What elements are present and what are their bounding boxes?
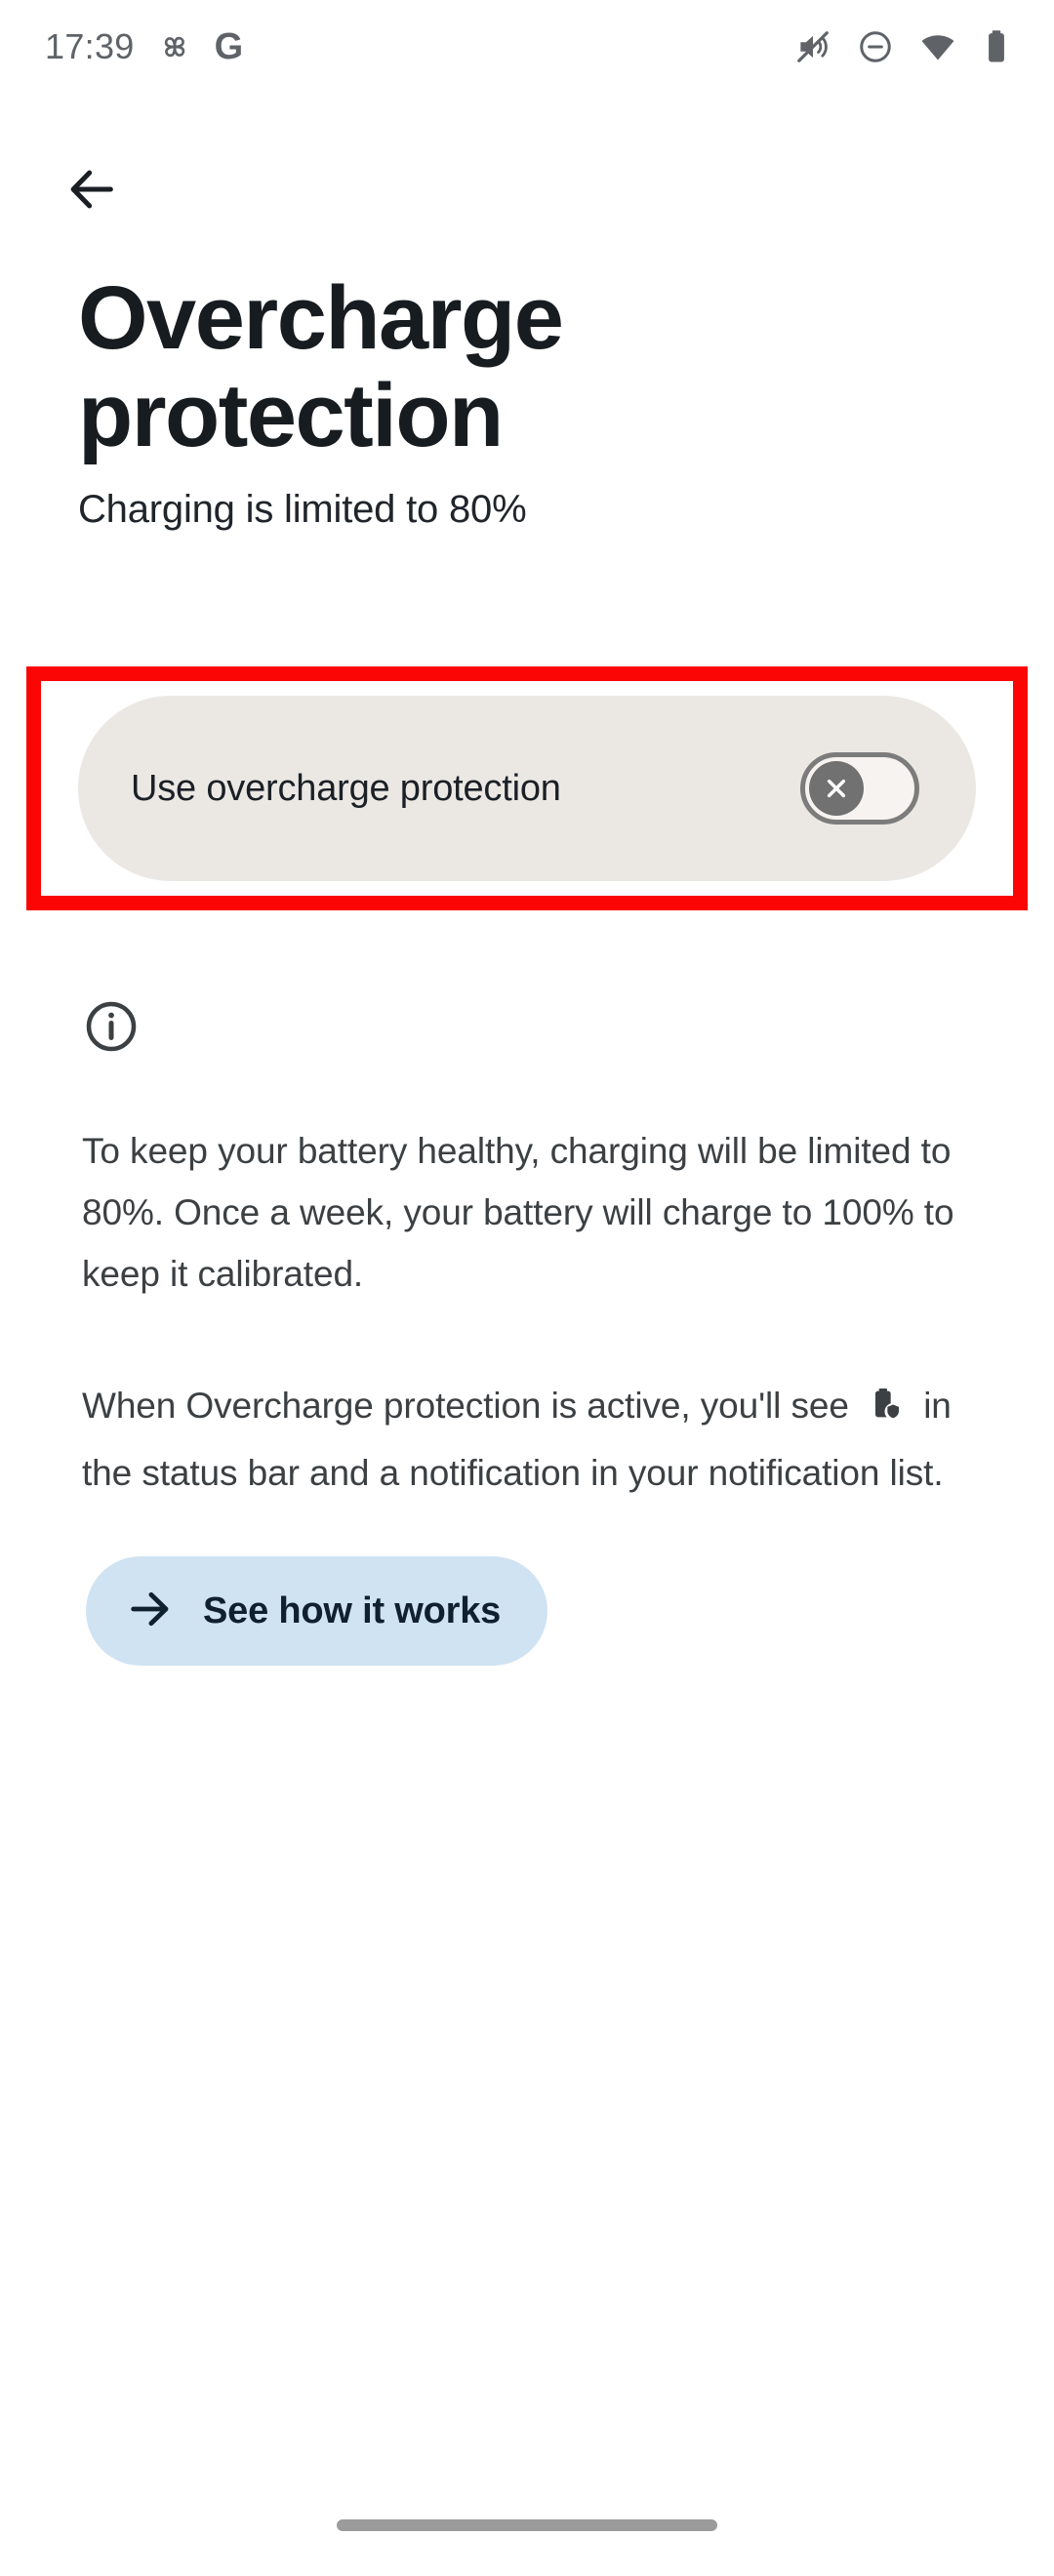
info-body: To keep your battery healthy, charging w…	[82, 1120, 972, 1504]
arrow-back-icon	[63, 161, 120, 222]
back-button[interactable]	[41, 144, 142, 238]
page-subtitle: Charging is limited to 80%	[78, 488, 527, 531]
overcharge-protection-toggle-row[interactable]: Use overcharge protection	[78, 696, 976, 881]
use-overcharge-protection-switch[interactable]	[800, 752, 919, 825]
phone-screen: 17:39 G Overcharge protection Charging i…	[0, 0, 1054, 2576]
info-circle-icon	[82, 997, 141, 1061]
google-g-icon: G	[214, 26, 244, 67]
volume-muted-icon	[794, 28, 831, 65]
status-bar-left: 17:39 G	[45, 26, 243, 67]
wifi-icon	[919, 28, 956, 65]
status-bar: 17:39 G	[0, 0, 1054, 94]
cta-label: See how it works	[203, 1590, 502, 1631]
page-title: Overcharge protection	[78, 268, 564, 465]
info-paragraph-2-before: When Overcharge protection is active, yo…	[82, 1386, 849, 1426]
status-bar-right	[794, 28, 1011, 65]
pinwheel-icon	[156, 28, 193, 65]
page-header: Overcharge protection Charging is limite…	[78, 269, 761, 533]
do-not-disturb-icon	[857, 28, 894, 65]
switch-thumb	[809, 761, 864, 816]
toggle-row-label: Use overcharge protection	[131, 767, 561, 809]
battery-shield-icon	[867, 1381, 906, 1442]
info-paragraph-2: When Overcharge protection is active, yo…	[82, 1375, 972, 1504]
info-paragraph-1: To keep your battery healthy, charging w…	[82, 1131, 954, 1294]
status-bar-clock: 17:39	[45, 26, 135, 66]
see-how-it-works-button[interactable]: See how it works	[86, 1556, 548, 1666]
gesture-nav-handle[interactable]	[337, 2519, 717, 2531]
arrow-forward-icon	[125, 1584, 176, 1639]
battery-icon	[982, 28, 1011, 65]
